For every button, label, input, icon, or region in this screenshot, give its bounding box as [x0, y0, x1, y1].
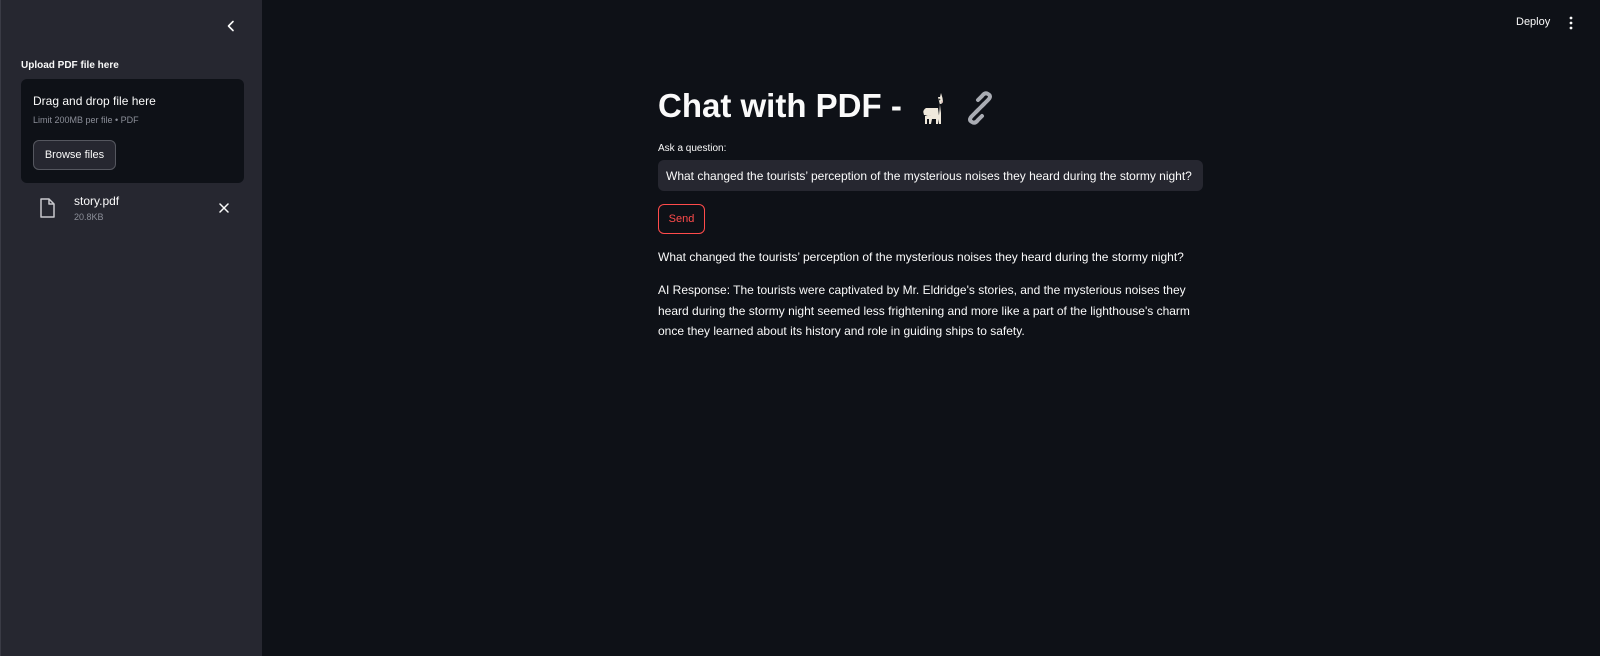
sidebar: Upload PDF file here Drag and drop file … — [0, 0, 262, 656]
main-menu-button[interactable] — [1564, 14, 1578, 32]
dropzone-limit: Limit 200MB per file • PDF — [33, 115, 139, 125]
chevron-left-icon — [227, 20, 234, 32]
upload-label: Upload PDF file here — [21, 60, 119, 71]
uploaded-file: story.pdf 20.8KB — [35, 192, 240, 226]
ai-response: AI Response: The tourists were captivate… — [658, 283, 1190, 338]
close-icon — [219, 203, 229, 213]
page-title: Chat with PDF - — [658, 84, 997, 128]
deploy-button[interactable]: Deploy — [1516, 16, 1550, 28]
app-root: Upload PDF file here Drag and drop file … — [0, 0, 1600, 656]
question-input[interactable] — [658, 160, 1203, 191]
asked-question: What changed the tourists’ perception of… — [658, 250, 1184, 264]
remove-file-button[interactable] — [215, 199, 233, 217]
file-dropzone[interactable]: Drag and drop file here Limit 200MB per … — [21, 79, 244, 183]
question-label: Ask a question: — [658, 143, 727, 154]
dropzone-title: Drag and drop file here — [33, 94, 156, 108]
file-size: 20.8KB — [74, 212, 104, 222]
browse-files-button[interactable]: Browse files — [33, 140, 116, 170]
title-icons — [917, 91, 997, 125]
file-name: story.pdf — [74, 194, 120, 208]
collapse-sidebar-button[interactable] — [220, 15, 242, 37]
send-button[interactable]: Send — [658, 204, 705, 234]
page-title-text: Chat with PDF - — [658, 87, 902, 124]
file-icon — [40, 198, 55, 218]
link-icon — [968, 91, 992, 125]
more-vertical-icon — [1569, 16, 1573, 30]
llama-icon — [923, 93, 943, 125]
